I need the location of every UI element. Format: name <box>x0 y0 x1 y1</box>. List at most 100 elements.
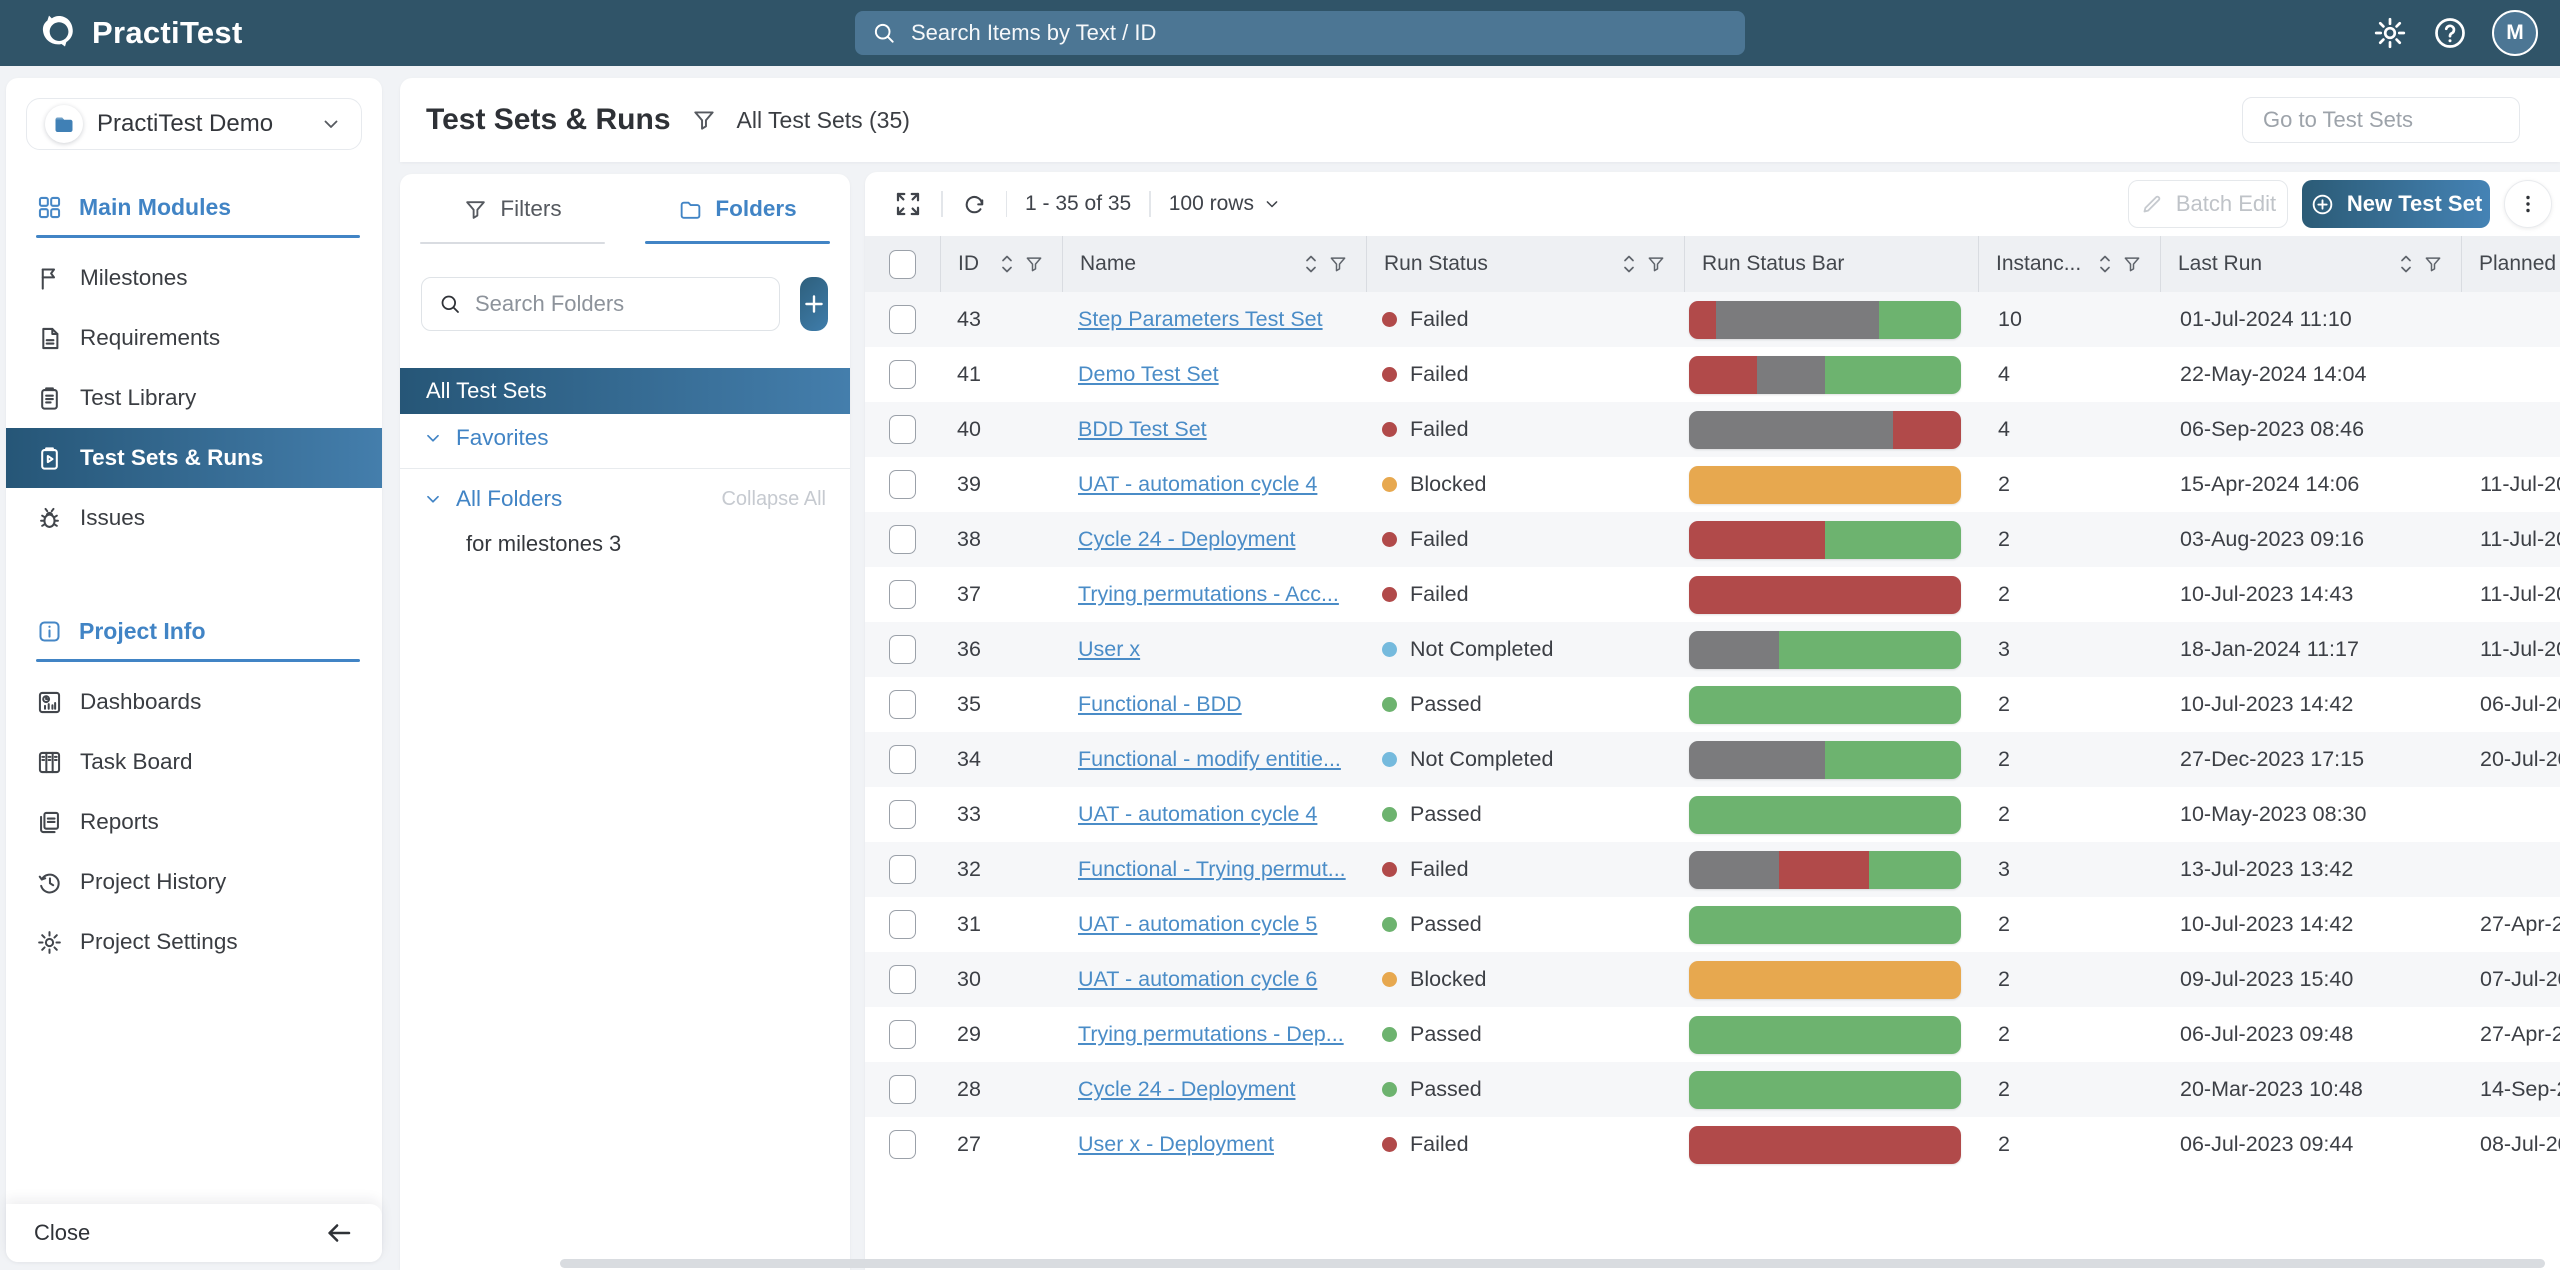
sidebar-item[interactable]: Task Board <box>6 732 382 792</box>
table-row[interactable]: 43 Step Parameters Test Set Failed 10 01… <box>865 292 2560 347</box>
column-header-planned[interactable]: Planned <box>2461 236 2560 292</box>
table-row[interactable]: 32 Functional - Trying permut... Failed … <box>865 842 2560 897</box>
table-row[interactable]: 34 Functional - modify entitie... Not Co… <box>865 732 2560 787</box>
test-set-link[interactable]: UAT - automation cycle 4 <box>1078 472 1317 497</box>
goto-test-sets-input[interactable] <box>2242 97 2520 143</box>
table-row[interactable]: 33 UAT - automation cycle 4 Passed 2 10-… <box>865 787 2560 842</box>
test-set-link[interactable]: UAT - automation cycle 4 <box>1078 802 1317 827</box>
sidebar-item[interactable]: Dashboards <box>6 672 382 732</box>
table-row[interactable]: 41 Demo Test Set Failed 4 22-May-2024 14… <box>865 347 2560 402</box>
panel-tab[interactable]: Folders <box>625 174 850 244</box>
test-set-link[interactable]: Demo Test Set <box>1078 362 1219 387</box>
filter-icon[interactable] <box>2423 254 2443 274</box>
row-checkbox[interactable] <box>889 800 916 829</box>
row-checkbox[interactable] <box>889 580 916 609</box>
test-set-link[interactable]: User x <box>1078 637 1140 662</box>
column-header-last-run[interactable]: Last Run <box>2160 236 2461 292</box>
sidebar-item[interactable]: Project History <box>6 852 382 912</box>
test-set-link[interactable]: Cycle 24 - Deployment <box>1078 527 1295 552</box>
rows-per-page-select[interactable]: 100 rows <box>1169 192 1282 216</box>
test-set-link[interactable]: Functional - Trying permut... <box>1078 857 1346 882</box>
sidebar-item[interactable]: Milestones <box>6 248 382 308</box>
filter-icon[interactable] <box>1646 254 1666 274</box>
folder-search-input[interactable] <box>475 291 763 317</box>
sort-icon[interactable] <box>1000 252 1014 276</box>
all-folders-toggle[interactable]: All Folders Collapse All <box>400 475 850 523</box>
row-checkbox[interactable] <box>889 470 916 499</box>
row-checkbox[interactable] <box>889 1075 916 1104</box>
filter-icon[interactable] <box>1328 254 1348 274</box>
table-row[interactable]: 29 Trying permutations - Dep... Passed 2… <box>865 1007 2560 1062</box>
sidebar-item[interactable]: Issues <box>6 488 382 548</box>
expand-icon[interactable] <box>893 189 923 219</box>
table-row[interactable]: 27 User x - Deployment Failed 2 06-Jul-2… <box>865 1117 2560 1172</box>
sort-icon[interactable] <box>2399 252 2413 276</box>
favorites-toggle[interactable]: Favorites <box>400 414 850 462</box>
sidebar-collapse-button[interactable]: Close <box>6 1204 382 1262</box>
add-folder-button[interactable] <box>800 277 828 331</box>
row-checkbox[interactable] <box>889 360 916 389</box>
sidebar-item[interactable]: Reports <box>6 792 382 852</box>
table-row[interactable]: 39 UAT - automation cycle 4 Blocked 2 15… <box>865 457 2560 512</box>
more-options-button[interactable] <box>2504 180 2552 228</box>
table-row[interactable]: 30 UAT - automation cycle 6 Blocked 2 09… <box>865 952 2560 1007</box>
filter-icon[interactable] <box>1024 254 1044 274</box>
test-set-link[interactable]: Trying permutations - Dep... <box>1078 1022 1344 1047</box>
table-row[interactable]: 36 User x Not Completed 3 18-Jan-2024 11… <box>865 622 2560 677</box>
row-checkbox[interactable] <box>889 910 916 939</box>
folder-search[interactable] <box>421 277 780 331</box>
test-set-link[interactable]: Functional - BDD <box>1078 692 1242 717</box>
help-icon[interactable] <box>2432 15 2468 51</box>
refresh-icon[interactable] <box>961 191 988 218</box>
table-row[interactable]: 37 Trying permutations - Acc... Failed 2… <box>865 567 2560 622</box>
column-header-instances[interactable]: Instanc... <box>1978 236 2160 292</box>
sort-icon[interactable] <box>1622 252 1636 276</box>
column-header-id[interactable]: ID <box>940 236 1062 292</box>
sidebar-item[interactable]: Project Settings <box>6 912 382 972</box>
new-test-set-button[interactable]: New Test Set <box>2302 180 2490 228</box>
row-checkbox[interactable] <box>889 415 916 444</box>
filter-icon[interactable] <box>2122 254 2142 274</box>
test-set-link[interactable]: UAT - automation cycle 5 <box>1078 912 1317 937</box>
row-checkbox[interactable] <box>889 1130 916 1159</box>
column-header-run-status[interactable]: Run Status <box>1366 236 1684 292</box>
sidebar-item[interactable]: Test Library <box>6 368 382 428</box>
row-checkbox[interactable] <box>889 965 916 994</box>
row-checkbox[interactable] <box>889 525 916 554</box>
test-set-link[interactable]: Trying permutations - Acc... <box>1078 582 1339 607</box>
global-search[interactable] <box>855 11 1745 55</box>
gear-icon[interactable] <box>2372 15 2408 51</box>
row-checkbox[interactable] <box>889 855 916 884</box>
test-set-link[interactable]: Functional - modify entitie... <box>1078 747 1341 772</box>
column-header-run-status-bar[interactable]: Run Status Bar <box>1684 236 1978 292</box>
row-checkbox[interactable] <box>889 305 916 334</box>
panel-tab[interactable]: Filters <box>400 174 625 244</box>
test-set-link[interactable]: Step Parameters Test Set <box>1078 307 1323 332</box>
test-set-link[interactable]: Cycle 24 - Deployment <box>1078 1077 1295 1102</box>
collapse-all-button[interactable]: Collapse All <box>721 488 826 511</box>
global-search-input[interactable] <box>911 20 1729 46</box>
row-checkbox[interactable] <box>889 635 916 664</box>
sidebar-item[interactable]: Test Sets & Runs <box>6 428 382 488</box>
sidebar-item[interactable]: Requirements <box>6 308 382 368</box>
project-selector[interactable]: PractiTest Demo <box>26 98 362 150</box>
test-set-link[interactable]: BDD Test Set <box>1078 417 1207 442</box>
row-checkbox[interactable] <box>889 745 916 774</box>
table-row[interactable]: 28 Cycle 24 - Deployment Passed 2 20-Mar… <box>865 1062 2560 1117</box>
horizontal-scrollbar[interactable] <box>560 1259 2545 1268</box>
sort-icon[interactable] <box>2098 252 2112 276</box>
table-row[interactable]: 35 Functional - BDD Passed 2 10-Jul-2023… <box>865 677 2560 732</box>
table-row[interactable]: 40 BDD Test Set Failed 4 06-Sep-2023 08:… <box>865 402 2560 457</box>
test-set-link[interactable]: User x - Deployment <box>1078 1132 1274 1157</box>
sort-icon[interactable] <box>1304 252 1318 276</box>
test-set-link[interactable]: UAT - automation cycle 6 <box>1078 967 1317 992</box>
folder-all-test-sets-selected[interactable]: All Test Sets <box>400 368 850 414</box>
avatar[interactable]: M <box>2492 10 2538 56</box>
table-row[interactable]: 31 UAT - automation cycle 5 Passed 2 10-… <box>865 897 2560 952</box>
column-header-name[interactable]: Name <box>1062 236 1366 292</box>
folder-item[interactable]: for milestones 3 <box>400 523 850 565</box>
row-checkbox[interactable] <box>889 1020 916 1049</box>
row-checkbox[interactable] <box>889 690 916 719</box>
table-row[interactable]: 38 Cycle 24 - Deployment Failed 2 03-Aug… <box>865 512 2560 567</box>
batch-edit-button[interactable]: Batch Edit <box>2128 180 2288 228</box>
